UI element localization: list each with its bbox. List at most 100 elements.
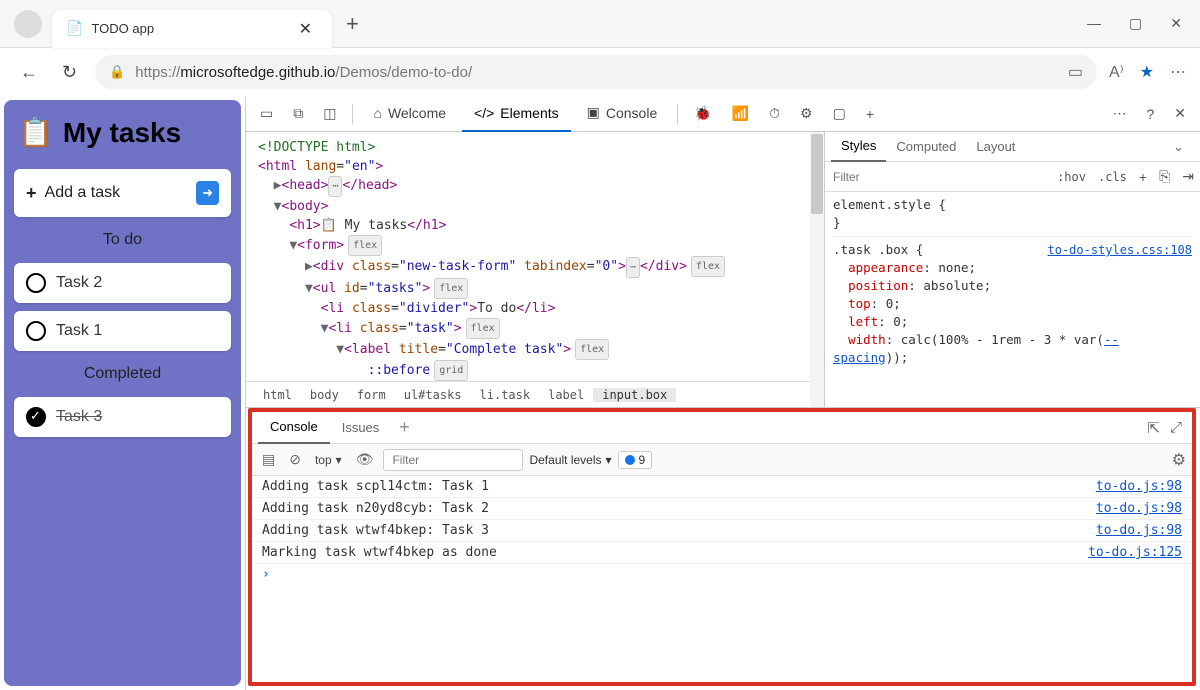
source-link[interactable]: to-do-styles.css:108 — [1048, 241, 1193, 259]
browser-tab[interactable]: 📄 TODO app ✕ — [52, 10, 332, 48]
log-levels-select[interactable]: Default levels ▾ — [529, 453, 611, 467]
tab-welcome[interactable]: ⌂Welcome — [361, 96, 458, 132]
console-settings-icon[interactable]: ⚙ — [1172, 450, 1186, 470]
help-icon[interactable]: ? — [1138, 100, 1162, 128]
log-source-link[interactable]: to-do.js:98 — [1096, 479, 1182, 494]
address-bar[interactable]: 🔒 https://microsoftedge.github.io/Demos/… — [95, 55, 1097, 89]
tab-elements-label: Elements — [500, 105, 558, 121]
expand-drawer-icon[interactable]: ⤢ — [1170, 419, 1182, 437]
browser-tab-strip: 📄 TODO app ✕ + — ▢ ✕ — [0, 0, 1200, 48]
tab-layout[interactable]: Layout — [966, 139, 1025, 154]
task-checkbox[interactable] — [26, 321, 46, 341]
drawer-tab-issues[interactable]: Issues — [330, 412, 392, 444]
tab-close-icon[interactable]: ✕ — [293, 19, 318, 39]
devtools-panel: ▭ ⧉ ◫ ⌂Welcome </>Elements ▣Console 🐞 📶 … — [245, 96, 1200, 690]
styles-body[interactable]: element.style { } to-do-styles.css:108 .… — [825, 192, 1200, 407]
context-select[interactable]: top ▾ — [311, 453, 346, 467]
more-tools-icon[interactable]: ⋯ — [1104, 99, 1134, 128]
drawer-tab-console[interactable]: Console — [258, 412, 330, 444]
breadcrumb-item-selected[interactable]: input.box — [593, 388, 676, 402]
network-icon[interactable]: 📶 — [724, 99, 757, 128]
console-log[interactable]: Adding task scpl14ctm: Task 1to-do.js:98… — [252, 476, 1192, 682]
styles-filter-input[interactable] — [825, 170, 1051, 184]
breadcrumb-item[interactable]: html — [254, 388, 301, 402]
breadcrumb-item[interactable]: label — [539, 388, 593, 402]
dock-icon[interactable]: ◫ — [315, 99, 344, 128]
more-icon[interactable]: ⋯ — [1170, 62, 1186, 82]
breadcrumb-item[interactable]: ul#tasks — [395, 388, 471, 402]
plus-icon: + — [26, 183, 37, 204]
submit-task-button[interactable]: ➜ — [196, 181, 219, 205]
close-brace: } — [833, 215, 841, 230]
new-tab-button[interactable]: + — [346, 11, 359, 37]
task-item[interactable]: Task 2 — [14, 263, 231, 303]
expand-icon[interactable]: ⇥ — [1176, 168, 1200, 185]
task-checkbox[interactable] — [26, 273, 46, 293]
window-maximize-icon[interactable]: ▢ — [1129, 15, 1142, 32]
window-minimize-icon[interactable]: — — [1087, 15, 1101, 32]
tab-elements[interactable]: </> Elements — [462, 96, 571, 132]
address-bar-row: ← ↻ 🔒 https://microsoftedge.github.io/De… — [0, 48, 1200, 96]
tab-title: TODO app — [91, 21, 292, 36]
lock-icon[interactable]: 🔒 — [109, 64, 125, 80]
styles-tabs: Styles Computed Layout ⌄ — [825, 132, 1200, 162]
cls-button[interactable]: .cls — [1092, 170, 1133, 184]
refresh-button[interactable]: ↻ — [56, 56, 83, 89]
log-source-link[interactable]: to-do.js:125 — [1088, 545, 1182, 560]
device-toggle-icon[interactable]: ⧉ — [285, 99, 311, 128]
tab-console[interactable]: ▣Console — [575, 96, 670, 132]
dom-tree[interactable]: <!DOCTYPE html> <html lang="en"> ▶<head>… — [246, 132, 824, 381]
window-close-icon[interactable]: ✕ — [1170, 15, 1182, 32]
url-path: /Demos/demo-to-do/ — [335, 64, 472, 81]
live-expr-icon[interactable]: 👁 — [352, 451, 378, 468]
performance-icon[interactable]: ⏱ — [761, 99, 788, 128]
close-devtools-icon[interactable]: ✕ — [1166, 99, 1194, 128]
dock-drawer-icon[interactable]: ⇱ — [1147, 419, 1160, 437]
scrollbar[interactable] — [810, 132, 824, 407]
debug-icon[interactable]: 🐞 — [686, 99, 719, 128]
back-button[interactable]: ← — [14, 56, 44, 89]
favorite-star-icon[interactable]: ★ — [1140, 62, 1154, 82]
tab-styles[interactable]: Styles — [831, 132, 886, 162]
log-source-link[interactable]: to-do.js:98 — [1096, 501, 1182, 516]
copy-styles-icon[interactable]: ⎘ — [1153, 168, 1176, 185]
inspect-icon[interactable]: ▭ — [252, 99, 281, 128]
new-style-icon[interactable]: + — [1133, 169, 1153, 185]
hov-button[interactable]: :hov — [1051, 170, 1092, 184]
app-icon[interactable]: ▭ — [1068, 62, 1083, 82]
console-icon: ▣ — [587, 104, 600, 121]
read-aloud-icon[interactable]: A⁾ — [1109, 62, 1124, 82]
chevron-down-icon[interactable]: ⌄ — [1163, 139, 1194, 155]
breadcrumb: html body form ul#tasks li.task label in… — [246, 381, 824, 407]
issue-dot-icon — [625, 455, 635, 465]
scrollbar-thumb[interactable] — [811, 134, 823, 214]
sidebar-toggle-icon[interactable]: ▤ — [258, 451, 279, 468]
styles-filter-row: :hov .cls + ⎘ ⇥ — [825, 162, 1200, 192]
add-tab-icon[interactable]: + — [858, 100, 882, 128]
console-filter-input[interactable] — [383, 449, 523, 471]
styles-pane: Styles Computed Layout ⌄ :hov .cls + ⎘ ⇥… — [824, 132, 1200, 407]
breadcrumb-item[interactable]: form — [348, 388, 395, 402]
task-item-done[interactable]: Task 3 — [14, 397, 231, 437]
task-item[interactable]: Task 1 — [14, 311, 231, 351]
console-prompt[interactable]: › — [252, 564, 1192, 585]
code-icon: </> — [474, 105, 494, 121]
log-source-link[interactable]: to-do.js:98 — [1096, 523, 1182, 538]
profile-icon[interactable] — [14, 10, 42, 38]
breadcrumb-item[interactable]: li.task — [471, 388, 540, 402]
tab-computed[interactable]: Computed — [886, 139, 966, 154]
memory-icon[interactable]: ⚙ — [792, 99, 821, 128]
task-text: Task 2 — [56, 274, 102, 292]
clear-console-icon[interactable]: ⊘ — [285, 451, 305, 468]
task-text: Task 3 — [56, 408, 102, 426]
add-drawer-tab-icon[interactable]: + — [391, 417, 418, 438]
add-task-box[interactable]: + Add a task ➜ — [14, 169, 231, 217]
application-icon[interactable]: ▢ — [825, 99, 854, 128]
breadcrumb-item[interactable]: body — [301, 388, 348, 402]
issues-badge[interactable]: 9 — [618, 451, 653, 469]
task-checkbox-checked[interactable] — [26, 407, 46, 427]
home-icon: ⌂ — [373, 105, 381, 121]
log-row: Adding task wtwf4bkep: Task 3to-do.js:98 — [252, 520, 1192, 542]
elements-pane: <!DOCTYPE html> <html lang="en"> ▶<head>… — [246, 132, 824, 407]
divider — [352, 104, 353, 124]
